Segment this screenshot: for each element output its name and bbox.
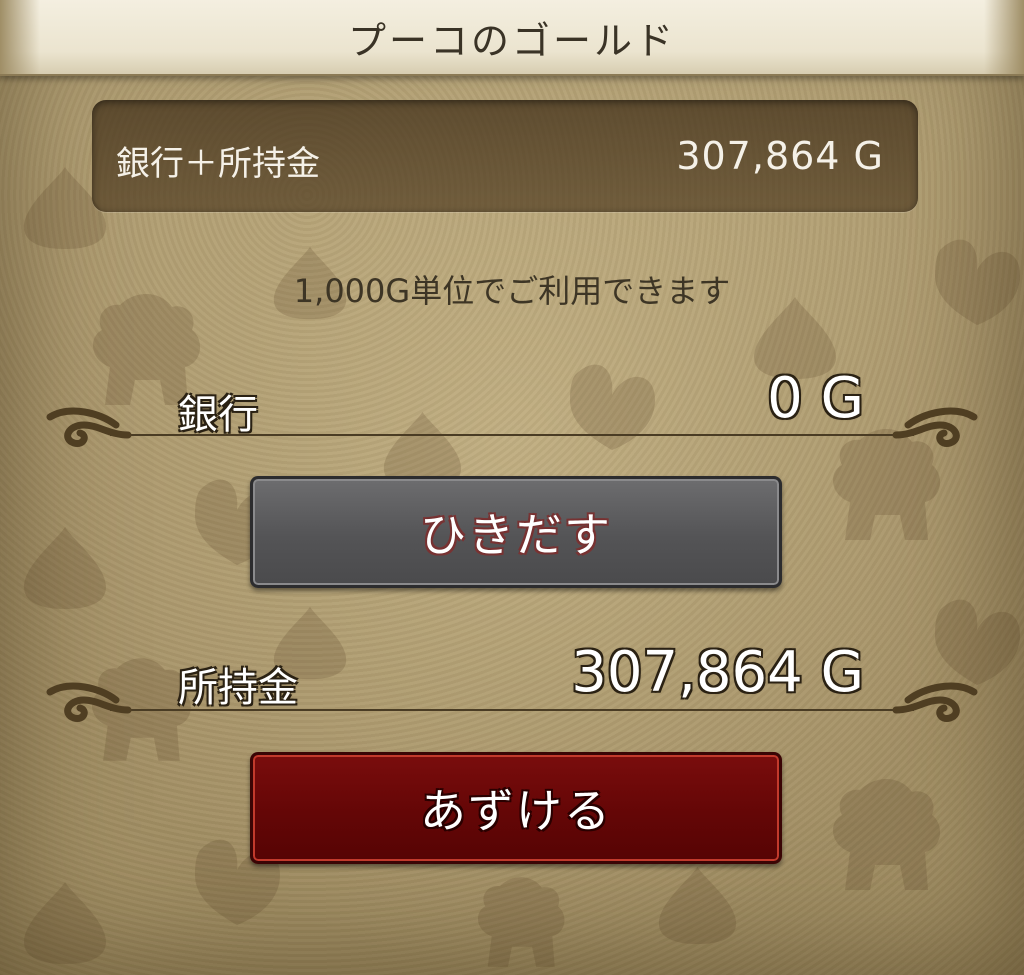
unit-notice: 1,000G単位でご利用できます — [293, 272, 731, 310]
deposit-button[interactable]: あずける — [250, 752, 782, 864]
wallet-gold-value: 307,864 G — [571, 640, 864, 705]
monster-silhouette-icon — [477, 877, 565, 967]
wallet-label: 所持金 — [178, 665, 298, 711]
monster-silhouette-icon — [832, 778, 941, 890]
total-gold-label: 銀行＋所持金 — [116, 144, 320, 184]
page-title: プーコのゴールド — [347, 18, 676, 63]
withdraw-button[interactable]: ひきだす — [250, 476, 782, 588]
deposit-button-label: あずける — [420, 784, 612, 838]
total-gold-panel: 銀行＋所持金 307,864 G — [92, 100, 918, 212]
total-gold-value: 307,864 G — [676, 134, 884, 178]
withdraw-button-label: ひきだす — [420, 508, 612, 562]
slime-silhouette-icon — [24, 882, 106, 964]
title-bar: プーコのゴールド — [0, 0, 1024, 76]
bank-label: 銀行 — [178, 392, 258, 438]
gold-bank-screen: プーコのゴールド 銀行＋所持金 307,864 G 1,000G単位でご利用でき… — [0, 0, 1024, 975]
bank-gold-value: 0 G — [767, 366, 864, 431]
slime-silhouette-icon — [24, 527, 106, 609]
slime-silhouette-icon — [658, 866, 737, 945]
